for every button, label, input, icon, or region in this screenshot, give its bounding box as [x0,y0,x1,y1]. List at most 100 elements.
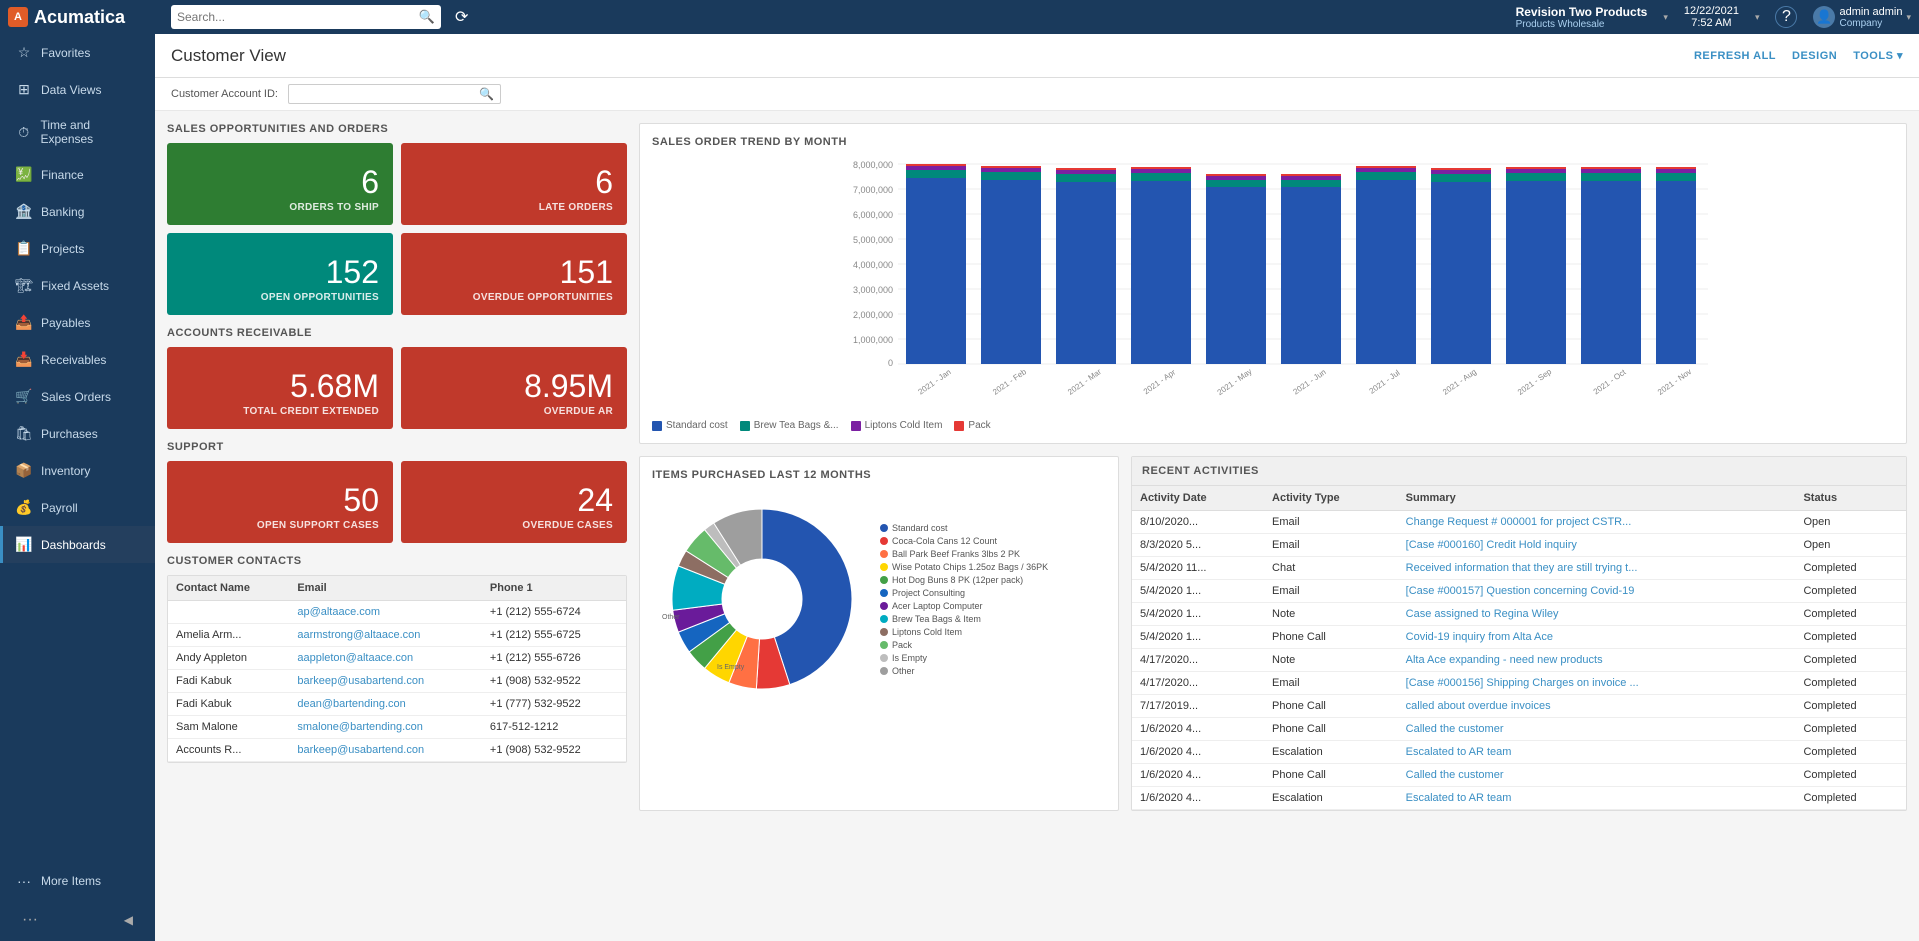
act-summary[interactable]: [Case #000156] Shipping Charges on invoi… [1398,672,1796,695]
left-column: SALES OPPORTUNITIES AND ORDERS 6 ORDERS … [167,123,627,811]
sidebar-item-inventory[interactable]: 📦 Inventory [0,452,155,489]
act-summary[interactable]: Change Request # 000001 for project CSTR… [1398,511,1796,534]
bar-chart-container: SALES ORDER TREND BY MONTH 8,000,000 7,0… [639,123,1907,444]
sidebar-item-dashboards[interactable]: 📊 Dashboards [0,526,155,563]
list-item: 1/6/2020 4... Escalation Escalated to AR… [1132,741,1906,764]
late-orders-tile[interactable]: 6 LATE ORDERS [401,143,627,225]
fixed-assets-icon: 🏗 [15,277,33,294]
tools-button[interactable]: TOOLS ▾ [1853,49,1903,62]
user-menu-button[interactable]: 👤 admin admin Company ▾ [1813,6,1911,29]
legend-label-brew: Brew Tea Bags &... [754,420,839,431]
list-item: 5/4/2020 1... Note Case assigned to Regi… [1132,603,1906,626]
content-area: Customer View REFRESH ALL DESIGN TOOLS ▾… [155,34,1919,941]
search-box[interactable]: 🔍 [171,5,441,29]
sales-section-header: SALES OPPORTUNITIES AND ORDERS [167,123,627,135]
contact-email[interactable]: smalone@bartending.con [289,716,482,739]
legend-item-pack: Pack [954,420,990,431]
act-summary[interactable]: Escalated to AR team [1398,787,1796,810]
company-selector[interactable]: Revision Two Products Products Wholesale [1516,5,1648,30]
page-actions: REFRESH ALL DESIGN TOOLS ▾ [1694,49,1903,62]
filter-search-icon[interactable]: 🔍 [479,87,494,101]
act-summary[interactable]: Called the customer [1398,764,1796,787]
act-col-summary: Summary [1398,486,1796,511]
user-info: admin admin Company [1839,6,1902,29]
pie-chart-svg: Is EmptyOther [652,489,872,709]
pie-text-other: Other [892,666,915,676]
app-logo[interactable]: A Acumatica [8,7,163,28]
pie-label-other: Other [880,666,1048,676]
sales-tiles-row-2: 152 OPEN OPPORTUNITIES 151 OVERDUE OPPOR… [167,233,627,315]
act-summary[interactable]: called about overdue invoices [1398,695,1796,718]
sidebar-dots-button[interactable]: ··· [8,903,52,937]
sidebar-item-data-views[interactable]: ⊞ Data Views [0,71,155,108]
overdue-cases-tile[interactable]: 24 OVERDUE CASES [401,461,627,543]
sidebar-item-time-expenses[interactable]: ⏱ Time and Expenses [0,108,155,156]
act-type: Escalation [1264,787,1398,810]
sidebar-item-favorites[interactable]: ☆ Favorites [0,34,155,71]
sidebar-label-receivables: Receivables [41,353,106,367]
contact-email[interactable]: aarmstrong@altaace.con [289,624,482,647]
act-summary[interactable]: Alta Ace expanding - need new products [1398,649,1796,672]
filter-label: Customer Account ID: [171,88,278,100]
sidebar-item-sales-orders[interactable]: 🛒 Sales Orders [0,378,155,415]
act-type: Escalation [1264,741,1398,764]
act-summary[interactable]: Case assigned to Regina Wiley [1398,603,1796,626]
pie-text-pack: Pack [892,640,912,650]
sidebar-item-purchases[interactable]: 🛍 Purchases [0,415,155,452]
sidebar-item-finance[interactable]: 💹 Finance [0,156,155,193]
sidebar-item-payroll[interactable]: 💰 Payroll [0,489,155,526]
pie-label-coca: Coca-Cola Cans 12 Count [880,536,1048,546]
contact-email[interactable]: ap@altaace.com [289,601,482,624]
sidebar-label-payables: Payables [41,316,90,330]
act-date: 8/10/2020... [1132,511,1264,534]
search-input[interactable] [177,10,419,24]
pie-dot-acer [880,602,888,610]
contact-email[interactable]: barkeep@usabartend.con [289,739,482,762]
customer-account-input[interactable] [295,88,475,100]
sidebar-item-fixed-assets[interactable]: 🏗 Fixed Assets [0,267,155,304]
contact-phone: +1 (908) 532-9522 [482,670,626,693]
pie-chart-container: ITEMS PURCHASED LAST 12 MONTHS Is EmptyO… [639,456,1119,811]
sidebar-item-more-items[interactable]: ··· More Items [0,863,155,899]
open-opportunities-number: 152 [181,256,379,288]
company-chevron-icon[interactable]: ▾ [1663,12,1668,23]
act-status: Completed [1795,580,1906,603]
act-summary[interactable]: Called the customer [1398,718,1796,741]
company-name: Revision Two Products [1516,5,1648,19]
sidebar-item-receivables[interactable]: 📥 Receivables [0,341,155,378]
act-summary[interactable]: [Case #000157] Question concerning Covid… [1398,580,1796,603]
orders-to-ship-tile[interactable]: 6 ORDERS TO SHIP [167,143,393,225]
act-status: Completed [1795,603,1906,626]
contact-email[interactable]: dean@bartending.con [289,693,482,716]
sidebar-collapse-button[interactable]: ◀ [110,905,147,935]
date-chevron-icon[interactable]: ▾ [1755,12,1760,23]
sidebar-item-payables[interactable]: 📤 Payables [0,304,155,341]
act-status: Completed [1795,672,1906,695]
design-button[interactable]: DESIGN [1792,50,1837,62]
refresh-all-button[interactable]: REFRESH ALL [1694,50,1776,62]
act-summary[interactable]: Covid-19 inquiry from Alta Ace [1398,626,1796,649]
sales-tiles-row-1: 6 ORDERS TO SHIP 6 LATE ORDERS [167,143,627,225]
pie-dot-liptons [880,628,888,636]
contact-phone: +1 (908) 532-9522 [482,739,626,762]
legend-dot-standard [652,421,662,431]
act-summary[interactable]: [Case #000160] Credit Hold inquiry [1398,534,1796,557]
act-summary[interactable]: Received information that they are still… [1398,557,1796,580]
datetime-display[interactable]: 12/22/2021 7:52 AM [1684,5,1739,29]
pie-text-project: Project Consulting [892,588,965,598]
sidebar-label-purchases: Purchases [41,427,98,441]
contact-email[interactable]: aappleton@altaace.con [289,647,482,670]
overdue-opportunities-tile[interactable]: 151 OVERDUE OPPORTUNITIES [401,233,627,315]
sidebar-item-banking[interactable]: 🏦 Banking [0,193,155,230]
contact-email[interactable]: barkeep@usabartend.con [289,670,482,693]
overdue-ar-tile[interactable]: 8.95M OVERDUE AR [401,347,627,429]
customer-account-filter[interactable]: 🔍 [288,84,501,104]
pie-dot-pack [880,641,888,649]
history-button[interactable]: ⟳ [449,7,474,27]
act-summary[interactable]: Escalated to AR team [1398,741,1796,764]
open-support-tile[interactable]: 50 OPEN SUPPORT CASES [167,461,393,543]
open-opportunities-tile[interactable]: 152 OPEN OPPORTUNITIES [167,233,393,315]
help-button[interactable]: ? [1775,6,1797,28]
total-credit-tile[interactable]: 5.68M TOTAL CREDIT EXTENDED [167,347,393,429]
sidebar-item-projects[interactable]: 📋 Projects [0,230,155,267]
